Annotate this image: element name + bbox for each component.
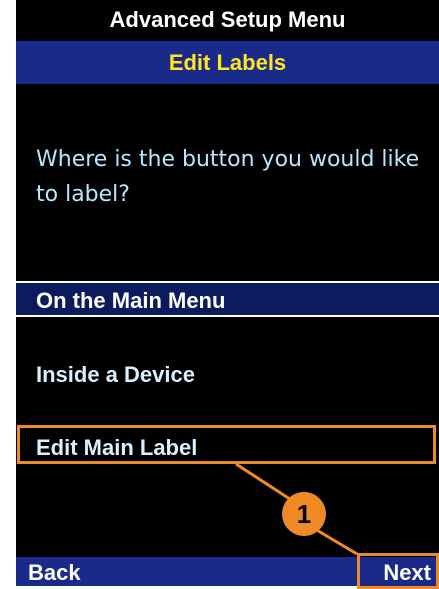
- menu-item-on-the-main-menu[interactable]: On the Main Menu: [16, 281, 439, 317]
- back-softkey[interactable]: Back: [28, 557, 81, 586]
- menu-item-label: Inside a Device: [36, 362, 195, 387]
- prompt-text: Where is the button you would like to la…: [36, 147, 420, 207]
- callout-number-badge: 1: [282, 492, 326, 536]
- device-screen: Advanced Setup Menu Edit Labels Where is…: [16, 0, 439, 586]
- menu-item-inside-a-device[interactable]: Inside a Device: [16, 357, 439, 393]
- menu-item-label: On the Main Menu: [36, 288, 226, 313]
- menu-item-edit-main-label[interactable]: Edit Main Label: [16, 430, 439, 466]
- menu-subtitle-bar: Edit Labels: [16, 41, 439, 84]
- menu-item-label: Edit Main Label: [36, 435, 198, 460]
- next-softkey[interactable]: Next: [383, 557, 431, 586]
- menu-title: Advanced Setup Menu: [109, 7, 346, 32]
- softkey-bar: Back Next: [16, 557, 439, 586]
